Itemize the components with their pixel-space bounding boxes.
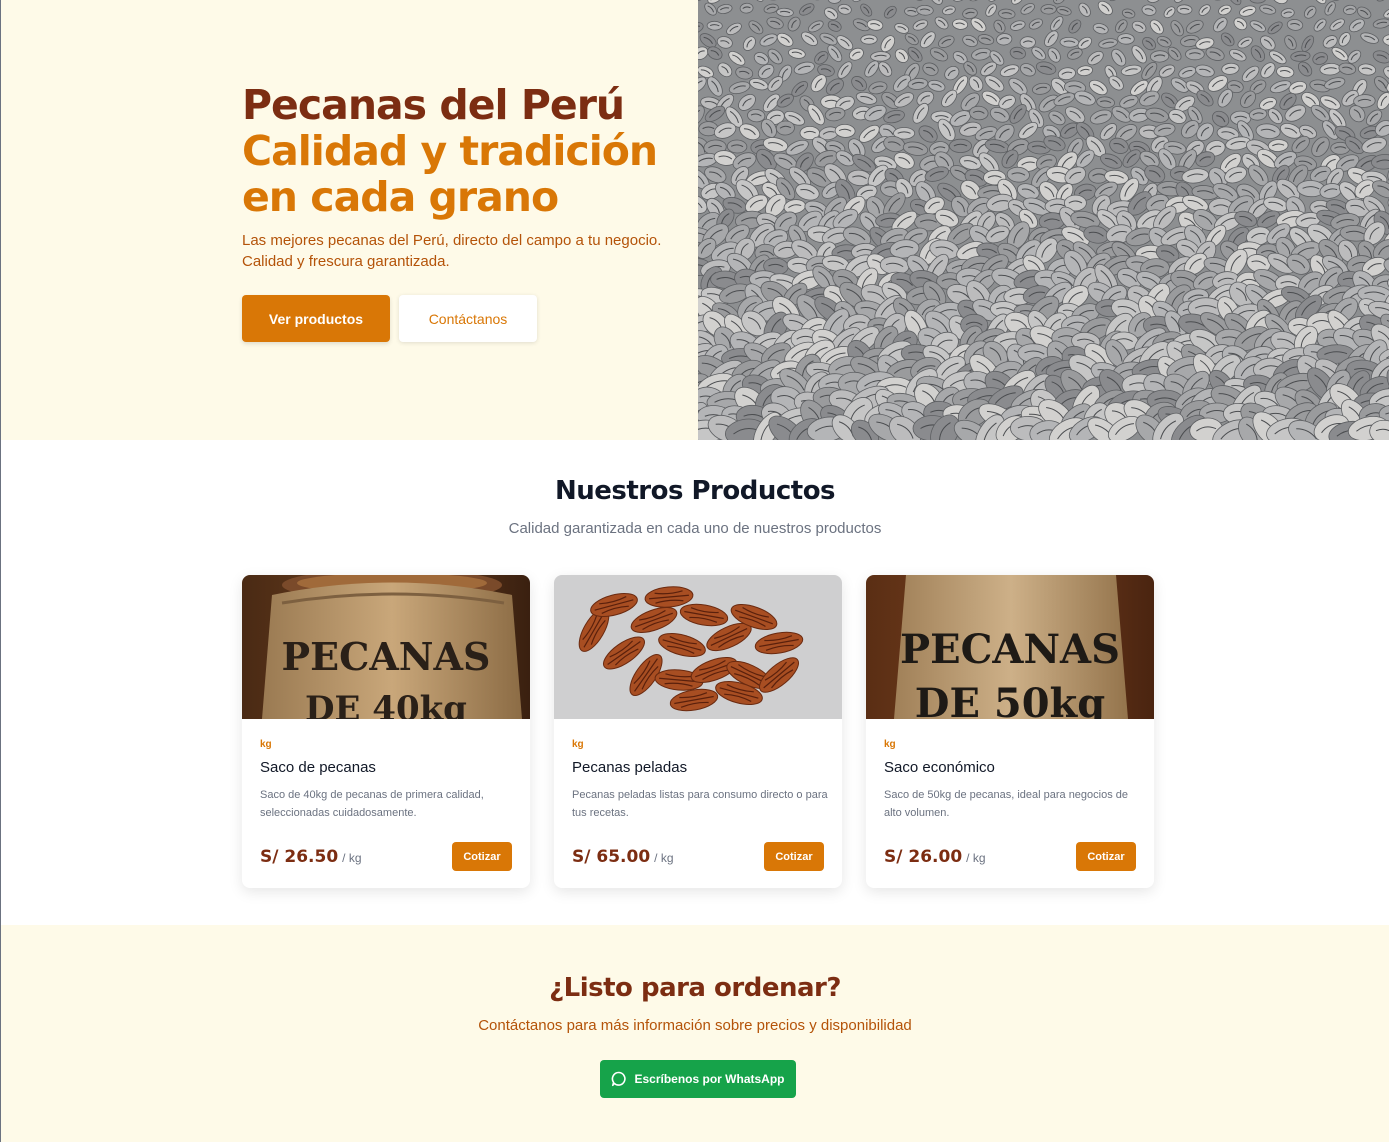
products-title: Nuestros Productos: [554, 476, 836, 506]
product-card: PECANAS DE 40kg kg Saco de pecanas Saco …: [242, 575, 530, 888]
product-price: S/ 65.00/ kg: [572, 847, 674, 867]
hero-pecans-image: [698, 0, 1389, 440]
product-category: kg: [260, 739, 272, 750]
product-description: Saco de 40kg de pecanas de primera calid…: [260, 789, 484, 819]
hero-buttons: Ver productos Contáctanos: [242, 295, 712, 342]
products-section: Nuestros Productos Calidad garantizada e…: [1, 440, 1389, 925]
products-subtitle: Calidad garantizada en cada uno de nuest…: [508, 520, 882, 537]
cta-subtitle: Contáctanos para más información sobre p…: [478, 1017, 912, 1034]
product-name: Pecanas peladas: [572, 759, 688, 776]
product-card-body: kg Pecanas peladas Pecanas peladas lista…: [554, 719, 842, 888]
hero-title-line2: Calidad y tradición en cada grano: [242, 127, 658, 221]
hero-subtitle: Las mejores pecanas del Perú, directo de…: [242, 232, 662, 270]
sack-label-top: PECANAS: [282, 634, 491, 679]
product-description: Pecanas peladas listas para consumo dire…: [572, 789, 828, 819]
price-unit: / kg: [966, 850, 986, 865]
whatsapp-button-label: Escríbenos por WhatsApp: [634, 1072, 785, 1086]
product-footer: S/ 65.00/ kg Cotizar: [572, 842, 824, 871]
hero-title: Pecanas del Perú Calidad y tradición en …: [242, 82, 712, 220]
product-price: S/ 26.00/ kg: [884, 847, 986, 867]
whatsapp-icon: [612, 1071, 627, 1087]
price-value: S/ 65.00: [572, 846, 651, 867]
quote-button[interactable]: Cotizar: [764, 842, 824, 871]
product-card-body: kg Saco de pecanas Saco de 40kg de pecan…: [242, 719, 530, 888]
quote-button[interactable]: Cotizar: [1076, 842, 1136, 871]
quote-button[interactable]: Cotizar: [452, 842, 512, 871]
view-products-button[interactable]: Ver productos: [242, 295, 390, 342]
product-footer: S/ 26.00/ kg Cotizar: [884, 842, 1136, 871]
sack-40kg-image: PECANAS DE 40kg: [242, 575, 530, 719]
product-card: kg Pecanas peladas Pecanas peladas lista…: [554, 575, 842, 888]
cta-section: ¿Listo para ordenar? Contáctanos para má…: [1, 925, 1389, 1142]
sack-label-top: PECANAS: [900, 626, 1120, 673]
sack-label-bottom: DE 40kg: [305, 689, 467, 719]
pecans-pile-photo: [698, 0, 1389, 440]
peeled-pecans-image: [554, 575, 842, 719]
product-category: kg: [884, 739, 896, 750]
product-name: Saco de pecanas: [260, 759, 376, 776]
hero-title-line1: Pecanas del Perú: [242, 81, 625, 129]
price-unit: / kg: [342, 850, 362, 865]
price-value: S/ 26.00: [884, 846, 963, 867]
product-description: Saco de 50kg de pecanas, ideal para nego…: [884, 789, 1129, 819]
price-value: S/ 26.50: [260, 846, 339, 867]
whatsapp-button[interactable]: Escríbenos por WhatsApp: [600, 1060, 796, 1098]
price-unit: / kg: [654, 850, 674, 865]
page: Pecanas del Perú Calidad y tradición en …: [0, 0, 1389, 1142]
hero-content: Pecanas del Perú Calidad y tradición en …: [242, 82, 712, 342]
contact-button[interactable]: Contáctanos: [399, 295, 537, 342]
product-card: PECANAS DE 50kg kg Saco económico Saco d…: [866, 575, 1154, 888]
product-category: kg: [572, 739, 584, 750]
cta-title: ¿Listo para ordenar?: [549, 973, 841, 1003]
product-price: S/ 26.50/ kg: [260, 847, 362, 867]
hero-section: Pecanas del Perú Calidad y tradición en …: [1, 0, 1389, 440]
product-name: Saco económico: [884, 759, 995, 776]
product-footer: S/ 26.50/ kg Cotizar: [260, 842, 512, 871]
product-card-body: kg Saco económico Saco de 50kg de pecana…: [866, 719, 1154, 888]
sack-50kg-image: PECANAS DE 50kg: [866, 575, 1154, 719]
sack-label-bottom: DE 50kg: [915, 680, 1105, 719]
